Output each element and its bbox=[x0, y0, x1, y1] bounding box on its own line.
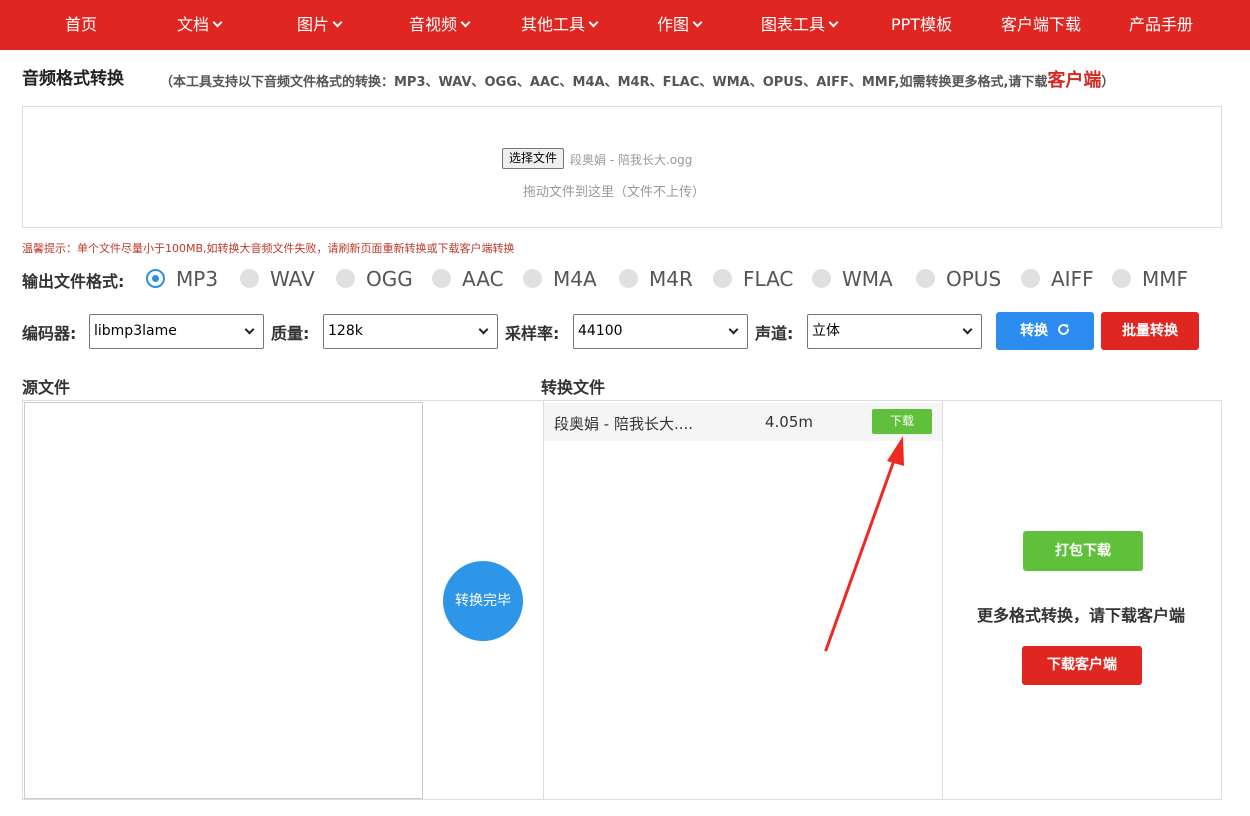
nav-item-label: 文档 bbox=[177, 15, 210, 34]
source-files-title: 源文件 bbox=[22, 378, 71, 397]
supported-formats-description: （本工具支持以下音频文件格式的转换：MP3、WAV、OGG、AAC、M4A、M4… bbox=[160, 66, 1114, 92]
converted-file-list bbox=[543, 400, 943, 800]
nav-item-docs[interactable]: 文档 bbox=[177, 0, 223, 50]
nav-item-images[interactable]: 图片 bbox=[297, 0, 343, 50]
chevron-down-icon bbox=[212, 17, 223, 28]
page-title: 音频格式转换 bbox=[22, 69, 124, 89]
sample-rate-value: 44100 bbox=[578, 323, 623, 339]
radio-icon bbox=[523, 269, 542, 288]
nav-item-label: 作图 bbox=[657, 15, 690, 34]
format-option-label: M4A bbox=[553, 267, 597, 291]
chevron-down-icon bbox=[244, 324, 255, 335]
description-text: （本工具支持以下音频文件格式的转换：MP3、WAV、OGG、AAC、M4A、M4… bbox=[160, 75, 1048, 90]
nav-item-drawing[interactable]: 作图 bbox=[657, 0, 703, 50]
radio-checked-icon bbox=[146, 269, 165, 288]
nav-item-label: PPT模板 bbox=[891, 15, 953, 34]
chevron-down-icon bbox=[728, 324, 739, 335]
chevron-down-icon bbox=[478, 324, 489, 335]
format-option-label: AAC bbox=[462, 267, 504, 291]
radio-icon bbox=[619, 269, 638, 288]
quality-select[interactable]: 128k bbox=[323, 314, 498, 349]
file-drop-zone[interactable]: 选择文件 段奥娟 - 陪我长大.ogg 拖动文件到这里（文件不上传） bbox=[22, 106, 1222, 228]
chevron-down-icon bbox=[332, 17, 343, 28]
download-client-button[interactable]: 下载客户端 bbox=[1022, 646, 1142, 685]
quality-value: 128k bbox=[328, 323, 363, 339]
radio-icon bbox=[713, 269, 732, 288]
output-format-label: 输出文件格式: bbox=[22, 272, 125, 291]
nav-item-other-tools[interactable]: 其他工具 bbox=[521, 0, 599, 50]
nav-item-label: 产品手册 bbox=[1129, 15, 1194, 34]
converted-files-title: 转换文件 bbox=[541, 378, 606, 397]
radio-icon bbox=[432, 269, 451, 288]
nav-item-label: 图片 bbox=[297, 15, 330, 34]
format-option-label: WMA bbox=[842, 267, 893, 291]
chevron-down-icon bbox=[692, 17, 703, 28]
converted-file-name: 段奥娟 - 陪我长大.... bbox=[554, 415, 694, 433]
top-nav: 首页 文档 图片 音视频 其他工具 作图 图表工具 PPT模板 客户端下载 产品… bbox=[0, 0, 1250, 50]
client-link[interactable]: 客户端 bbox=[1047, 70, 1101, 91]
sample-rate-select[interactable]: 44100 bbox=[573, 314, 748, 349]
format-option-label: M4R bbox=[649, 267, 693, 291]
radio-icon bbox=[916, 269, 935, 288]
nav-item-audio-video[interactable]: 音视频 bbox=[409, 0, 471, 50]
selected-file-name: 段奥娟 - 陪我长大.ogg bbox=[570, 153, 693, 167]
format-option-label: MMF bbox=[1142, 267, 1189, 291]
encoder-label: 编码器: bbox=[22, 324, 77, 343]
nav-item-label: 其他工具 bbox=[521, 15, 586, 34]
radio-icon bbox=[1021, 269, 1040, 288]
nav-item-client-download[interactable]: 客户端下载 bbox=[1001, 0, 1081, 50]
source-file-list bbox=[24, 402, 423, 799]
conversion-status-badge: 转换完毕 bbox=[443, 561, 523, 641]
nav-item-manual[interactable]: 产品手册 bbox=[1129, 0, 1193, 50]
chevron-down-icon bbox=[588, 17, 599, 28]
description-suffix: ） bbox=[1101, 75, 1115, 90]
chevron-down-icon bbox=[460, 17, 471, 28]
download-button[interactable]: 下载 bbox=[872, 409, 932, 434]
format-option-label: OGG bbox=[366, 267, 413, 291]
nav-item-home[interactable]: 首页 bbox=[65, 0, 97, 50]
warning-tip: 温馨提示：单个文件尽量小于100MB,如转换大音频文件失败，请刷新页面重新转换或… bbox=[22, 242, 515, 255]
format-option-label: FLAC bbox=[743, 267, 794, 291]
nav-item-ppt-templates[interactable]: PPT模板 bbox=[891, 0, 952, 50]
more-formats-text: 更多格式转换，请下载客户端 bbox=[977, 606, 1186, 625]
format-option-label: WAV bbox=[270, 267, 315, 291]
quality-label: 质量: bbox=[271, 324, 310, 343]
channel-label: 声道: bbox=[755, 324, 794, 343]
nav-item-label: 客户端下载 bbox=[1001, 15, 1082, 34]
chevron-down-icon bbox=[828, 17, 839, 28]
radio-icon bbox=[240, 269, 259, 288]
refresh-icon bbox=[1058, 324, 1069, 335]
radio-icon bbox=[1112, 269, 1131, 288]
format-option-label: OPUS bbox=[946, 267, 1002, 291]
channel-value: 立体 bbox=[812, 323, 840, 339]
choose-file-button[interactable]: 选择文件 bbox=[502, 148, 565, 169]
encoder-value: libmp3lame bbox=[94, 323, 177, 339]
nav-item-label: 图表工具 bbox=[761, 15, 826, 34]
nav-item-label: 音视频 bbox=[409, 15, 458, 34]
radio-icon bbox=[812, 269, 831, 288]
pack-download-button[interactable]: 打包下载 bbox=[1023, 531, 1143, 571]
format-option-label: AIFF bbox=[1051, 267, 1094, 291]
batch-convert-button[interactable]: 批量转换 bbox=[1101, 312, 1199, 350]
converted-file-row: 段奥娟 - 陪我长大.... 4.05m 下载 bbox=[544, 403, 942, 441]
convert-button-label: 转换 bbox=[1020, 323, 1049, 339]
format-option-label: MP3 bbox=[176, 267, 219, 291]
nav-item-label: 首页 bbox=[65, 15, 98, 34]
drag-hint: 拖动文件到这里（文件不上传） bbox=[523, 185, 706, 200]
sample-rate-label: 采样率: bbox=[505, 324, 560, 343]
chevron-down-icon bbox=[962, 324, 973, 335]
nav-item-chart-tools[interactable]: 图表工具 bbox=[761, 0, 839, 50]
converted-file-size: 4.05m bbox=[765, 413, 814, 431]
convert-button[interactable]: 转换 bbox=[996, 312, 1094, 350]
channel-select[interactable]: 立体 bbox=[807, 314, 982, 349]
encoder-select[interactable]: libmp3lame bbox=[89, 314, 264, 349]
radio-icon bbox=[336, 269, 355, 288]
